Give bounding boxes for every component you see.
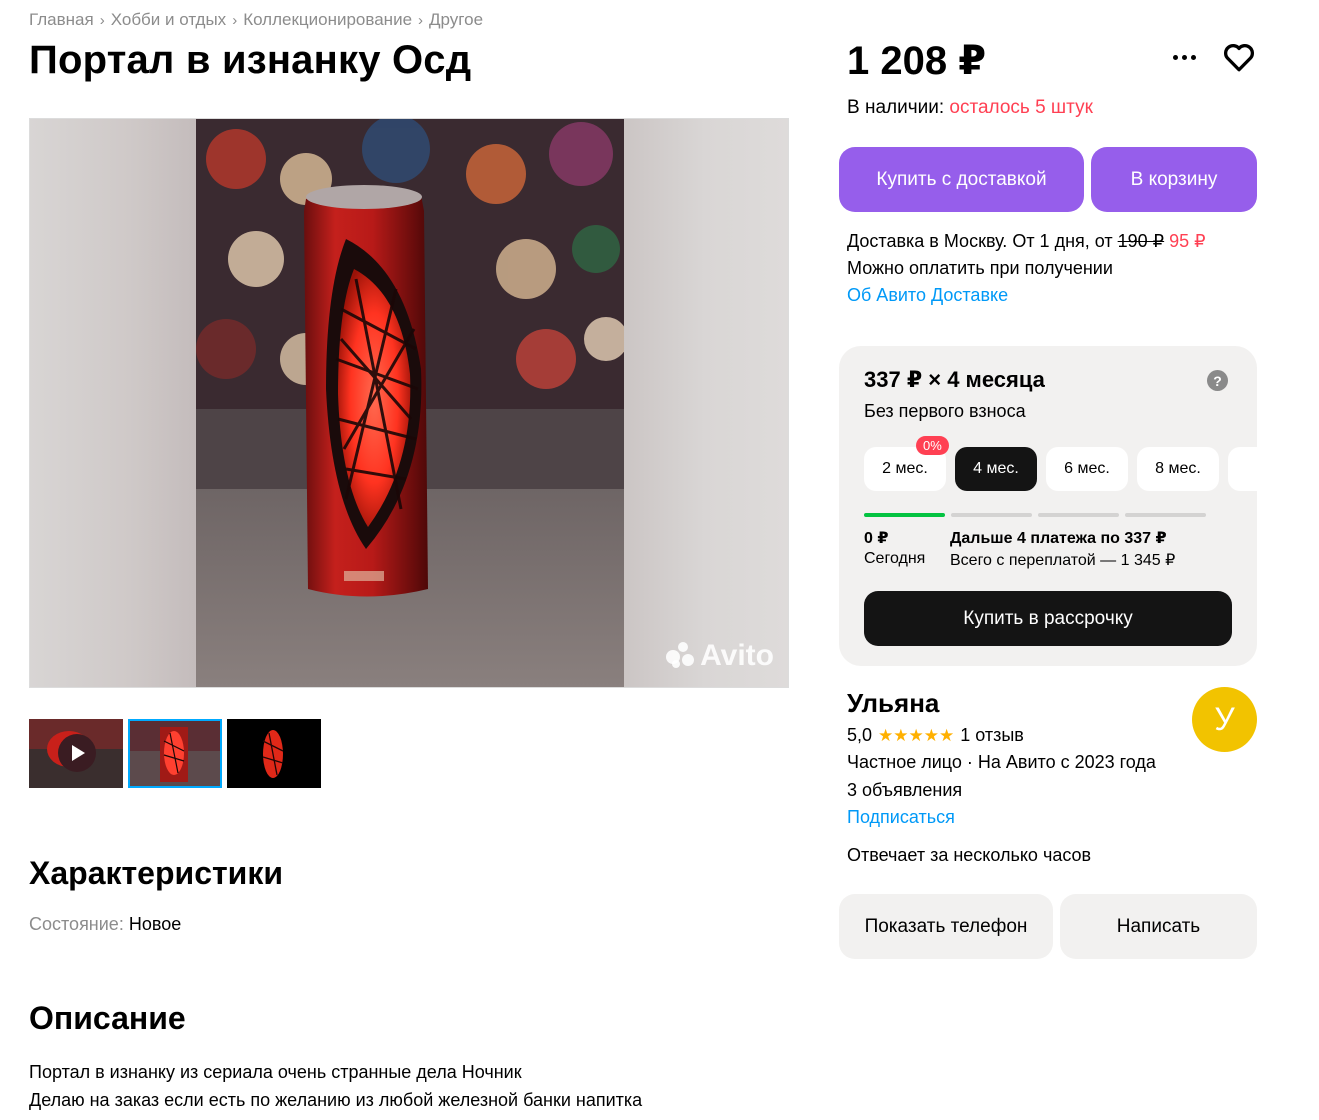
- buy-installment-button[interactable]: Купить в рассрочку: [864, 591, 1232, 646]
- installment-card: 337 ₽ × 4 месяца Без первого взноса ? 2 …: [839, 346, 1257, 666]
- delivery-new-price: 95 ₽: [1169, 231, 1206, 251]
- seller-name[interactable]: Ульяна: [847, 688, 939, 719]
- characteristics-heading: Характеристики: [29, 855, 284, 891]
- breadcrumb-collecting[interactable]: Коллекционирование: [243, 10, 412, 29]
- description-line: Портал в изнанку из сериала очень странн…: [29, 1062, 522, 1082]
- main-photo[interactable]: [196, 119, 624, 687]
- seller-ads-count[interactable]: 3 объявления: [847, 780, 962, 801]
- response-time: Отвечает за несколько часов: [847, 845, 1092, 865]
- condition-label: Состояние:: [29, 914, 124, 934]
- photo-gallery[interactable]: Avito: [29, 118, 789, 688]
- more-icon[interactable]: [1169, 42, 1199, 72]
- buy-with-delivery-button[interactable]: Купить с доставкой: [839, 147, 1084, 212]
- total-with-overpayment: Всего с переплатой — 1 345 ₽: [950, 552, 1176, 569]
- thumbnail-photo-1[interactable]: [128, 719, 222, 788]
- term-option-active[interactable]: 4 мес.: [955, 447, 1037, 491]
- star-icon: ★★★★★: [878, 725, 955, 745]
- term-option[interactable]: 6 мес.: [1046, 447, 1128, 491]
- heart-icon[interactable]: [1221, 39, 1257, 75]
- payment-progress: [864, 513, 1206, 517]
- delivery-info: Доставка в Москву. От 1 дня, от 190 ₽ 95…: [847, 228, 1206, 309]
- progress-segment-filled: [864, 513, 945, 517]
- avito-watermark: Avito: [666, 639, 774, 673]
- show-phone-button[interactable]: Показать телефон: [839, 894, 1053, 959]
- stock-value: осталось 5 штук: [949, 97, 1093, 118]
- chevron-right-icon: ›: [232, 12, 238, 29]
- page-title: Портал в изнанку Осд: [29, 38, 472, 82]
- condition-row: Состояние: Новое: [29, 914, 181, 935]
- breadcrumb-home[interactable]: Главная: [29, 10, 94, 29]
- gallery-blur-left: [30, 119, 196, 687]
- subscribe-link[interactable]: Подписаться: [847, 807, 955, 828]
- breadcrumb-hobby[interactable]: Хобби и отдых: [111, 10, 226, 29]
- today-sum: 0 ₽: [864, 530, 889, 547]
- avatar[interactable]: У: [1192, 687, 1257, 752]
- breadcrumb: Главная › Хобби и отдых › Коллекционирование…: [29, 10, 483, 30]
- stock-status: В наличии: осталось 5 штук: [847, 97, 1093, 119]
- delivery-text: Доставка в Москву. От 1 дня, от: [847, 231, 1113, 251]
- zero-percent-badge: 0%: [916, 436, 949, 455]
- installment-subtitle: Без первого взноса: [864, 401, 1026, 421]
- next-payments: Дальше 4 платежа по 337 ₽: [950, 530, 1167, 547]
- price: 1 208 ₽: [847, 39, 987, 83]
- term-option-overflow[interactable]: [1228, 447, 1257, 491]
- write-message-button[interactable]: Написать: [1060, 894, 1257, 959]
- seller-rating: 5,0 ★★★★★ 1 отзыв: [847, 725, 1024, 746]
- thumbnail-photo-2[interactable]: [227, 719, 321, 788]
- description-line: Делаю на заказ если есть по желанию из л…: [29, 1090, 643, 1110]
- delivery-line: Доставка в Москву. От 1 дня, от 190 ₽ 95…: [847, 228, 1206, 255]
- about-delivery-link[interactable]: Об Авито Доставке: [847, 282, 1206, 309]
- progress-segment: [951, 513, 1032, 517]
- description-heading: Описание: [29, 1000, 186, 1036]
- thumbnail-strip: [29, 719, 321, 788]
- seller-type: Частное лицо · На Авито с 2023 года: [847, 752, 1156, 772]
- thumbnail-video[interactable]: [29, 719, 123, 788]
- delivery-old-price: 190 ₽: [1117, 231, 1165, 251]
- watermark-text: Avito: [700, 639, 774, 672]
- gallery-blur-right: [622, 119, 788, 687]
- help-icon[interactable]: ?: [1207, 370, 1228, 391]
- chevron-right-icon: ›: [418, 12, 424, 29]
- description-text: Портал в изнанку из сериала очень странн…: [29, 1058, 642, 1114]
- stock-label: В наличии:: [847, 97, 945, 118]
- add-to-cart-button[interactable]: В корзину: [1091, 147, 1257, 212]
- condition-value: Новое: [128, 914, 182, 934]
- breadcrumb-other[interactable]: Другое: [429, 10, 483, 29]
- today-label: Сегодня: [864, 550, 926, 567]
- progress-segment: [1125, 513, 1206, 517]
- payment-on-delivery-text: Можно оплатить при получении: [847, 258, 1113, 278]
- progress-segment: [1038, 513, 1119, 517]
- installment-heading: 337 ₽ × 4 месяца: [864, 367, 1045, 392]
- reviews-link[interactable]: 1 отзыв: [960, 725, 1024, 746]
- rating-value: 5,0: [847, 725, 873, 745]
- avito-logo-icon: [666, 642, 696, 670]
- chevron-right-icon: ›: [99, 12, 105, 29]
- product-photo-image: [196, 119, 624, 687]
- term-option[interactable]: 8 мес.: [1137, 447, 1219, 491]
